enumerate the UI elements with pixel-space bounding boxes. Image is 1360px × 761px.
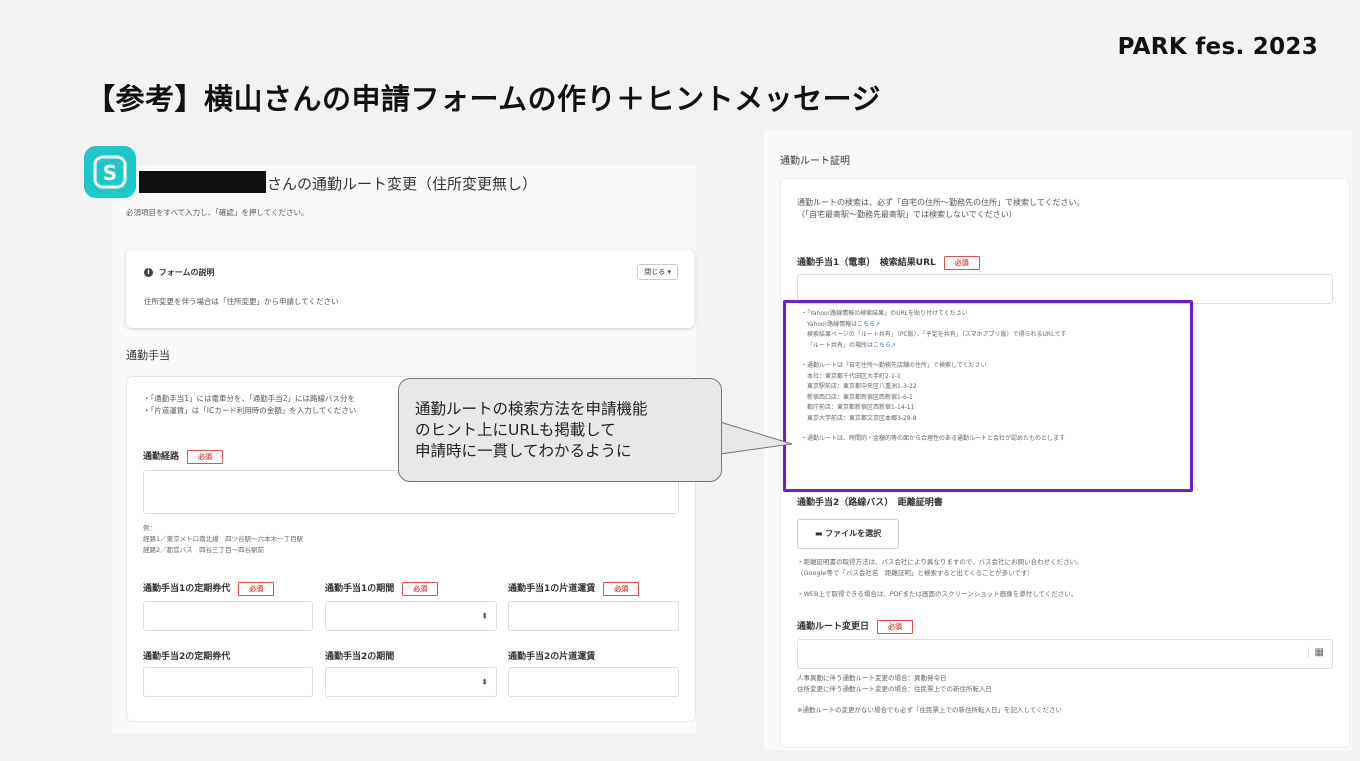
file-note-line: ・距離証明書の取得方法は、バス会社により異なりますので、バス会社にお問い合わせく… [797,558,1083,566]
hint-highlight-box [783,300,1193,492]
form-title: さんの通勤ルート変更（住所変更無し） [267,175,538,193]
close-description-button[interactable]: 閉じる ▾ [637,264,678,280]
info-icon: i [144,268,153,277]
section-title-route-proof: 通勤ルート証明 [780,156,850,167]
file-note-line: （Google等で「バス会社名 距離証明」と検索すると出てくることが多いです） [797,569,1034,577]
redacted-name-block [139,171,266,193]
callout-bubble: 通勤ルートの検索方法を申請機能 のヒント上にURLも掲載して 申請時に一貫してわ… [398,378,722,482]
caret-down-icon: ▾ [667,268,671,276]
intro-line: （「自宅最寄駅〜勤務先最寄駅」では検索しないでください） [797,210,1017,219]
required-badge: 必須 [943,255,980,270]
calendar-icon: ▦ [1307,647,1324,658]
required-badge: 必須 [187,449,224,464]
note-line: ・「通勤手当1」には電車分を、「通勤手当2」には路線バス分を [143,394,356,403]
field1-label: 通勤手当1（電車） 検索結果URL [797,258,936,268]
required-badge: 必須 [603,581,640,596]
one-way-fare-2-input[interactable] [508,667,679,697]
route-change-date-input[interactable]: ▦ [797,639,1333,669]
intro-line: 通勤ルートの検索は、必ず「自宅の住所〜勤務先の住所」で検索してください。 [797,198,1085,207]
field2-label: 通勤手当2（路線バス） 距離証明書 [797,498,943,508]
form-instruction: 必須項目をすべて入力し、「確認」を押してください。 [126,208,309,217]
commuter-pass-1-input[interactable] [143,601,313,631]
field-label: 通勤手当2の定期券代 [143,652,231,662]
app-logo-icon: S [84,146,136,198]
final-note: ※通勤ルートの変更がない場合でも必ず「住民票上での新住所転入日」を記入してくださ… [797,706,1063,714]
period-1-select[interactable]: ⬍ [325,601,497,631]
example-line: 経路2／都営バス 四谷三丁目〜四谷駅前 [143,546,265,554]
field-label: 通勤手当1の期間 [325,584,395,594]
commuter-pass-2-input[interactable] [143,667,313,697]
date-note-line: 住所変更に伴う通勤ルート変更の場合：住民票上での新住所転入日 [797,685,992,693]
example-line: 例： [143,524,156,532]
route-label: 通勤経路 [143,452,180,462]
date-label: 通勤ルート変更日 [797,622,870,632]
section-title-commute: 通勤手当 [126,349,170,362]
description-title: フォームの説明 [158,268,215,277]
folder-icon: ▬ [814,529,823,538]
required-badge: 必須 [238,581,275,596]
callout-line: 通勤ルートの検索方法を申請機能 [415,400,648,418]
select-arrows-icon: ⬍ [481,677,488,687]
file-note-line: ・WEB上で取得できる場合は、PDFまたは画面のスクリーンショット画像を添付して… [797,590,1078,598]
required-badge: 必須 [402,581,439,596]
field-label: 通勤手当2の期間 [325,652,395,662]
callout-line: のヒント上にURLも掲載して [415,421,616,439]
description-body: 住所変更を伴う場合は「住所変更」から申請してください [144,297,339,306]
field-label: 通勤手当2の片道運賃 [508,652,596,662]
field-label: 通勤手当1の片道運賃 [508,584,596,594]
date-note-line: 人事異動に伴う通勤ルート変更の場合：異動発令日 [797,674,947,682]
brand-logo-text: PARK fes. 2023 [1117,34,1318,60]
example-line: 経路1／東京メトロ南北線 四ツ谷駅〜六本木一丁目駅 [143,535,304,543]
slide-title: 【参考】横山さんの申請フォームの作り＋ヒントメッセージ [86,82,882,116]
svg-text:S: S [103,161,117,185]
select-arrows-icon: ⬍ [481,611,488,621]
required-badge: 必須 [877,619,914,634]
field-label: 通勤手当1の定期券代 [143,584,231,594]
form-description-card: i フォームの説明 閉じる ▾ 住所変更を伴う場合は「住所変更」から申請してくだ… [126,250,694,328]
note-line: ・「片道運賃」は「ICカード利用時の金額」を入力してください [143,406,357,415]
period-2-select[interactable]: ⬍ [325,667,497,697]
one-way-fare-1-input[interactable] [508,601,679,631]
callout-line: 申請時に一貫してわかるように [415,442,632,460]
choose-file-button[interactable]: ▬ ファイルを選択 [797,519,899,549]
